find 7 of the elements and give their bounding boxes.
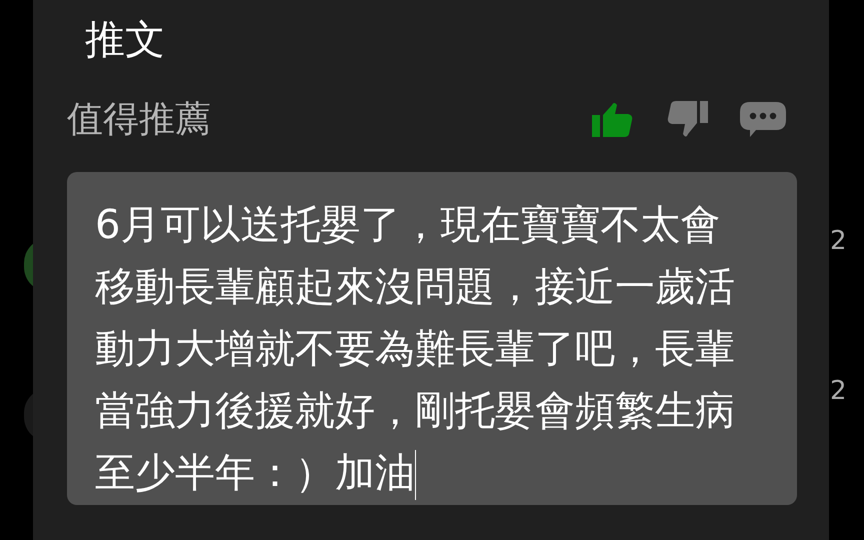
thumbs-up-icon[interactable] xyxy=(591,100,635,140)
count-text: 2 xyxy=(830,228,847,254)
comment-field[interactable]: 6月可以送托嬰了，現在寶寶不太會移動長輩顧起來沒問題，接近一歲活動力大增就不要為難長輩了吧，長輩當強力後援就好，剛托嬰會頻繁生病至少半年：）加油 xyxy=(67,172,797,505)
dialog-title: 推文 xyxy=(85,20,165,60)
rating-label: 值得推薦 xyxy=(67,102,211,138)
count-text: 2 xyxy=(830,378,847,404)
comment-text: 6月可以送托嬰了，現在寶寶不太會移動長輩顧起來沒問題，接近一歲活動力大增就不要為難長輩了吧，長輩當強力後援就好，剛托嬰會頻繁生病至少半年：）加油 xyxy=(95,194,757,504)
